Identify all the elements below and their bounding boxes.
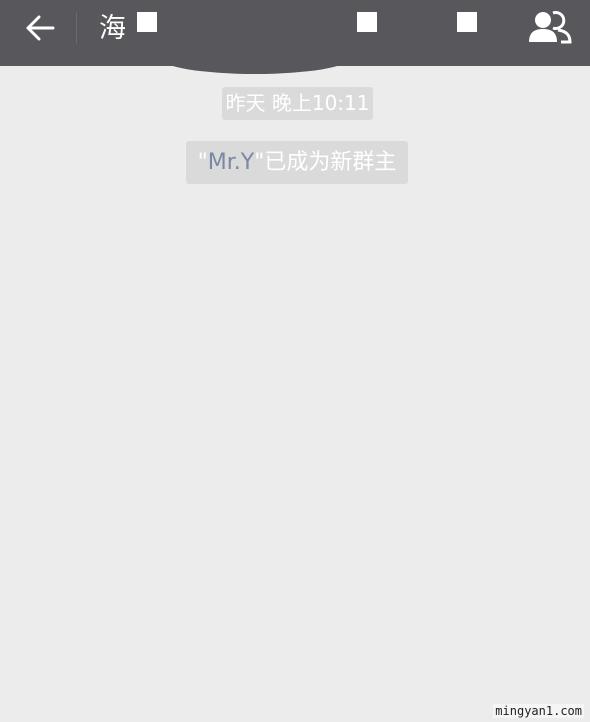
group-members-button[interactable]	[524, 8, 576, 46]
arrow-left-icon	[26, 15, 55, 41]
title-redaction-mark	[137, 12, 157, 32]
header-action-button-2[interactable]	[457, 12, 477, 32]
top-bar-notch	[160, 58, 350, 74]
header-divider	[76, 12, 77, 44]
quote-close: "	[254, 150, 265, 175]
group-members-icon	[529, 11, 572, 44]
watermark: mingyan1.com	[493, 704, 584, 718]
chat-timestamp: 昨天 晚上10:11	[222, 87, 373, 120]
top-bar: 海	[0, 0, 590, 74]
member-name-link[interactable]: Mr.Y	[208, 150, 254, 175]
system-message-text: 已成为新群主	[264, 150, 397, 175]
header-action-button-1[interactable]	[357, 12, 377, 32]
chat-title: 海	[99, 13, 126, 44]
quote-open: "	[197, 150, 208, 175]
back-button[interactable]	[20, 8, 60, 48]
system-message: "Mr.Y"已成为新群主	[186, 141, 408, 184]
